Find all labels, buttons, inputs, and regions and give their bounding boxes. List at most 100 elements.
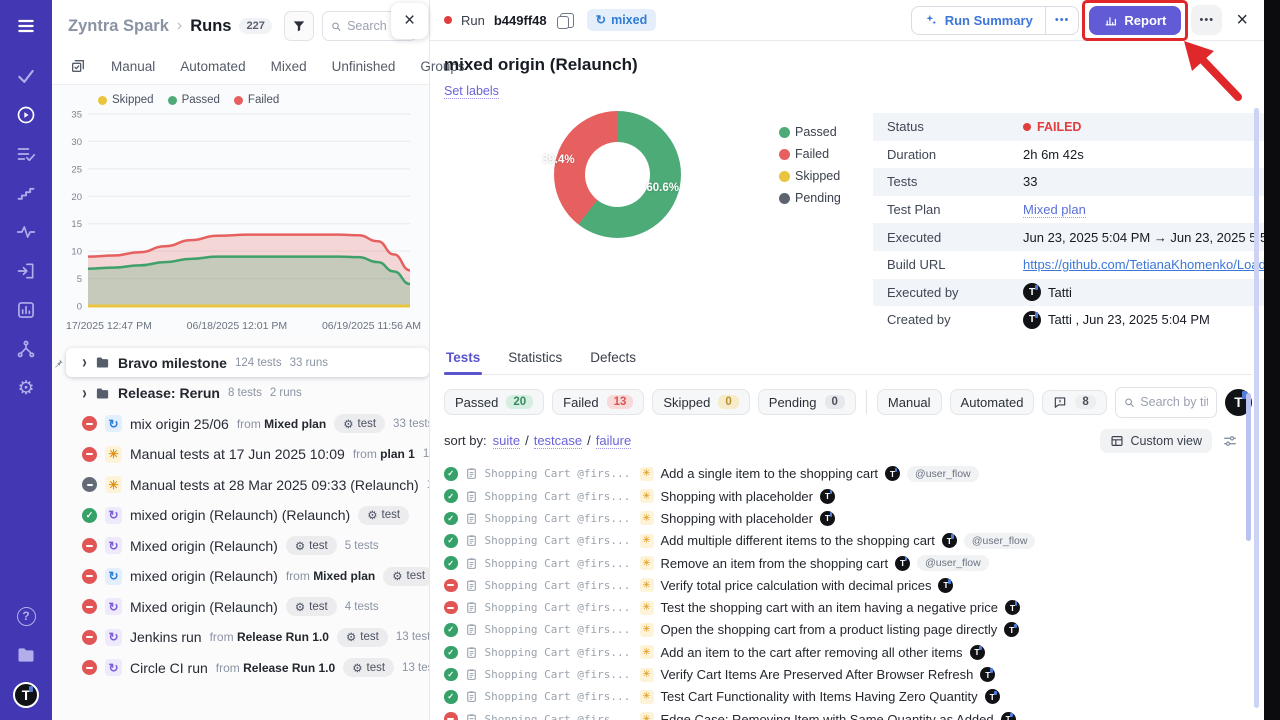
run-name: Circle CI run	[130, 660, 208, 676]
test-row[interactable]: Shopping Cart @firs... ✳ Add an item to …	[444, 641, 1252, 663]
sort-link[interactable]: testcase	[534, 433, 582, 449]
detail-label: Duration	[873, 147, 1023, 162]
breadcrumb-app[interactable]: Zyntra Spark	[68, 17, 169, 36]
close-detail-icon[interactable]: ×	[1232, 9, 1252, 32]
run-list-item[interactable]: › Release: Rerun 8 tests 2 runs	[52, 378, 429, 409]
run-overview: 39.4% 60.6% Passed Failed	[444, 111, 1252, 334]
filter-button[interactable]	[284, 11, 314, 41]
runs-icon[interactable]	[14, 103, 38, 127]
more-options-button[interactable]: •••	[1191, 5, 1222, 35]
manual-filter-chip[interactable]: Manual	[877, 389, 942, 415]
status-filter-chip[interactable]: Passed 20	[444, 389, 544, 415]
runs-tab[interactable]: Unfinished	[332, 59, 396, 74]
run-list-item[interactable]: ✳ Manual tests at 17 Jun 2025 10:09 from…	[52, 439, 429, 470]
runs-tab[interactable]: Manual	[111, 59, 155, 74]
clipboard-icon	[465, 534, 478, 547]
build-url-link[interactable]: https://github.com/TetianaKhomenko/Load-…	[1023, 257, 1264, 272]
status-filter-chip[interactable]: Pending 0	[758, 389, 856, 415]
integrations-icon[interactable]	[14, 337, 38, 361]
detail-tab[interactable]: Statistics	[508, 350, 562, 374]
steps-icon[interactable]	[14, 181, 38, 205]
run-list-item[interactable]: ↻ Jenkins run from Release Run 1.0 ⚙test…	[52, 622, 429, 653]
run-list-item[interactable]: › Bravo milestone 124 tests 33 runs	[66, 348, 429, 377]
chip-count-badge: 13	[607, 395, 634, 409]
run-list-item[interactable]: ↻ mixed origin (Relaunch) (Relaunch) ⚙te…	[52, 500, 429, 531]
test-row[interactable]: Shopping Cart @firs... ✳ Test Cart Funct…	[444, 686, 1252, 708]
test-title: Test the shopping cart with an item havi…	[661, 600, 998, 615]
run-list-item[interactable]: ↻ mix origin 25/06 from Mixed plan ⚙test…	[52, 409, 429, 440]
reports-icon[interactable]	[14, 298, 38, 322]
x-axis-label: 06/19/2025 11:56 AM	[322, 320, 421, 332]
view-settings-icon[interactable]	[1222, 433, 1238, 449]
test-row[interactable]: Shopping Cart @firs... ✳ Verify total pr…	[444, 574, 1252, 596]
copy-icon[interactable]	[560, 13, 574, 28]
test-row[interactable]: Shopping Cart @firs... ✳ Test the shoppi…	[444, 597, 1252, 619]
legend-dot	[98, 96, 107, 105]
check-icon[interactable]	[14, 64, 38, 88]
test-row[interactable]: Shopping Cart @firs... ✳ Add a single it…	[444, 463, 1252, 485]
sort-link[interactable]: suite	[493, 433, 520, 449]
test-row[interactable]: Shopping Cart @firs... ✳ Shopping with p…	[444, 507, 1252, 529]
test-tag-chip: @user_flow	[907, 466, 979, 482]
activity-icon[interactable]	[14, 220, 38, 244]
test-title: Remove an item from the shopping cart	[661, 556, 889, 571]
run-list-item[interactable]: ↻ Circle CI run from Release Run 1.0 ⚙te…	[52, 653, 429, 684]
expand-chevron-icon[interactable]: ›	[82, 383, 87, 403]
detail-tab[interactable]: Defects	[590, 350, 636, 374]
runs-tab[interactable]: Mixed	[271, 59, 307, 74]
run-type-icon: ↻	[105, 415, 122, 432]
custom-view-button[interactable]: Custom view	[1100, 429, 1212, 453]
test-status-icon	[444, 489, 458, 503]
donut-chart	[554, 111, 681, 238]
svg-text:15: 15	[71, 219, 82, 230]
clipboard-icon	[465, 512, 478, 525]
run-list-item[interactable]: ↻ mixed origin (Relaunch) from Mixed pla…	[52, 561, 429, 592]
bar-chart-icon	[1104, 14, 1117, 27]
projects-folder-icon[interactable]	[14, 643, 38, 667]
test-row[interactable]: Shopping Cart @firs... ✳ Remove an item …	[444, 552, 1252, 574]
set-labels-link[interactable]: Set labels	[444, 84, 499, 99]
run-list-item[interactable]: ↻ Mixed origin (Relaunch) ⚙test 4 tests	[52, 592, 429, 623]
status-filter-chip[interactable]: Skipped 0	[652, 389, 749, 415]
test-row[interactable]: Shopping Cart @firs... ✳ Edge Case: Remo…	[444, 708, 1252, 720]
help-icon[interactable]: ?	[14, 604, 38, 628]
report-button[interactable]: Report	[1089, 6, 1181, 35]
run-list-item[interactable]: ✳ Manual tests at 28 Mar 2025 09:33 (Rel…	[52, 470, 429, 501]
test-chip: ⚙test	[383, 567, 429, 586]
test-row[interactable]: Shopping Cart @firs... ✳ Open the shoppi…	[444, 619, 1252, 641]
detail-tab[interactable]: Tests	[446, 350, 480, 374]
test-row[interactable]: Shopping Cart @firs... ✳ Add multiple di…	[444, 530, 1252, 552]
run-name: Manual tests at 17 Jun 2025 10:09	[130, 446, 345, 462]
run-type-badge[interactable]: ↻ mixed	[587, 9, 657, 31]
test-title: Shopping with placeholder	[661, 511, 814, 526]
panel-close-button[interactable]: ×	[391, 3, 428, 39]
test-chip: ⚙test	[358, 506, 409, 525]
runs-tab[interactable]: Automated	[180, 59, 245, 74]
status-filter-chip[interactable]: Failed 13	[552, 389, 644, 415]
menu-icon[interactable]	[14, 14, 38, 38]
duration-value: 2h 6m 42s	[1023, 147, 1084, 162]
tests-search[interactable]	[1115, 387, 1217, 418]
sort-link[interactable]: failure	[596, 433, 631, 449]
tests-search-input[interactable]	[1140, 395, 1208, 409]
test-assignee-avatar: T	[895, 556, 910, 571]
user-avatar[interactable]: T	[13, 682, 39, 708]
expand-chevron-icon[interactable]: ›	[82, 352, 87, 372]
test-row[interactable]: Shopping Cart @firs... ✳ Verify Cart Ite…	[444, 663, 1252, 685]
test-row[interactable]: Shopping Cart @firs... ✳ Shopping with p…	[444, 485, 1252, 507]
run-list-item[interactable]: ↻ Mixed origin (Relaunch) ⚙test 5 tests	[52, 531, 429, 562]
select-all-icon[interactable]	[70, 58, 86, 74]
test-status-icon	[444, 623, 458, 637]
settings-gear-icon[interactable]: ⚙	[14, 376, 38, 400]
clipboard-icon	[465, 467, 478, 480]
comments-filter-chip[interactable]: 8	[1042, 390, 1106, 415]
automated-filter-chip[interactable]: Automated	[950, 389, 1035, 415]
imports-icon[interactable]	[14, 259, 38, 283]
test-plan-link[interactable]: Mixed plan	[1023, 202, 1086, 218]
topbar-actions: Run Summary ••• Report ••• ×	[911, 5, 1252, 35]
test-cases-icon[interactable]	[14, 142, 38, 166]
run-summary-button[interactable]: Run Summary	[912, 7, 1045, 34]
run-summary-more-button[interactable]: •••	[1045, 7, 1079, 34]
panel-scrollbar[interactable]	[1254, 108, 1259, 708]
list-scrollbar[interactable]	[1246, 393, 1251, 541]
